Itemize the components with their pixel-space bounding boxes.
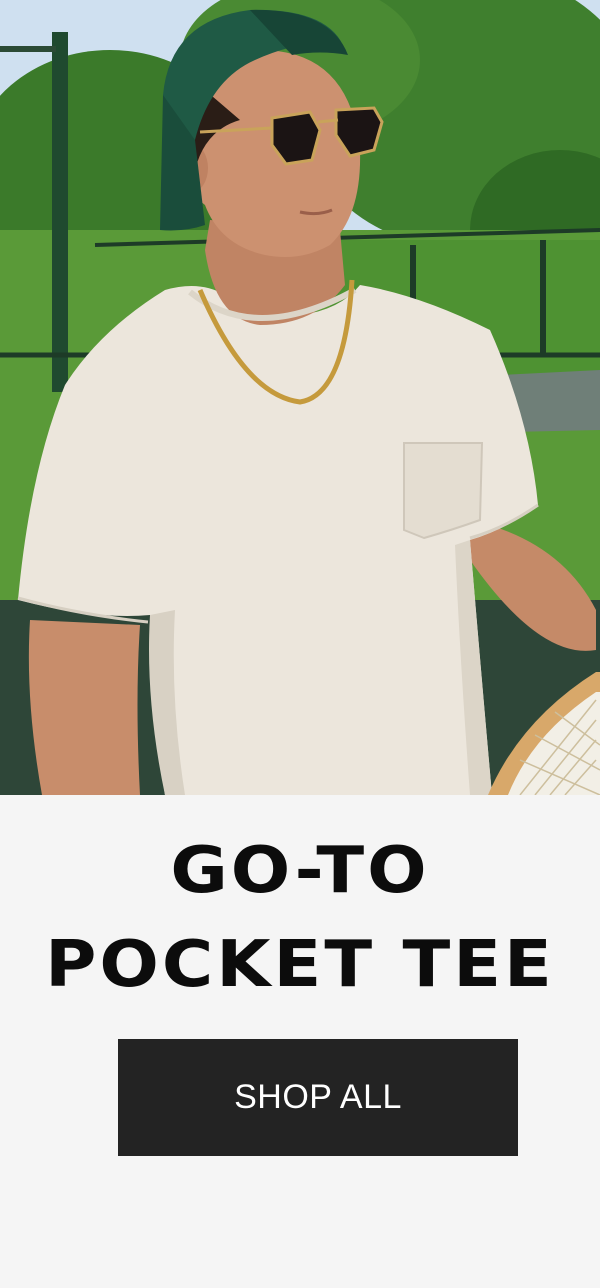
- headline: GO-TO POCKET TEE: [0, 823, 600, 1011]
- email-promo-page: GO-TO POCKET TEE SHOP ALL: [0, 0, 600, 1288]
- promo-panel: GO-TO POCKET TEE SHOP ALL: [0, 795, 600, 1288]
- hero-illustration: [0, 0, 600, 795]
- hero-image[interactable]: [0, 0, 600, 795]
- headline-line-1: GO-TO: [170, 832, 430, 908]
- shop-all-button[interactable]: SHOP ALL: [118, 1039, 518, 1156]
- headline-line-2: POCKET TEE: [45, 926, 555, 1002]
